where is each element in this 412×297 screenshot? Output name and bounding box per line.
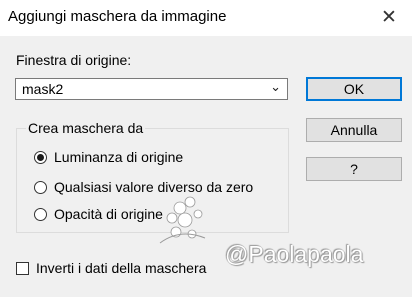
- close-icon[interactable]: ✕: [374, 3, 404, 31]
- radio-label-opacity: Opacità di origine: [54, 206, 163, 222]
- source-window-select[interactable]: mask2 ⌄: [15, 78, 288, 100]
- radio-button[interactable]: [34, 180, 47, 194]
- window-title: Aggiungi maschera da immagine: [8, 8, 227, 25]
- create-mask-group-title: Crea maschera da: [26, 120, 146, 136]
- radio-button-selected[interactable]: [34, 150, 47, 164]
- radio-source-luminance[interactable]: Luminanza di origine: [34, 149, 183, 165]
- invert-mask-checkbox[interactable]: [16, 261, 29, 275]
- title-bar: Aggiungi maschera da immagine ✕: [0, 0, 412, 36]
- ok-button[interactable]: OK: [306, 77, 402, 101]
- chevron-down-icon: ⌄: [270, 79, 281, 94]
- watermark-text: @Paolapaola: [225, 241, 364, 267]
- radio-source-opacity[interactable]: Opacità di origine: [34, 206, 163, 222]
- cancel-button[interactable]: Annulla: [306, 118, 402, 142]
- help-button[interactable]: ?: [306, 157, 402, 181]
- source-window-value: mask2: [22, 81, 64, 97]
- invert-mask-label: Inverti i dati della maschera: [36, 260, 207, 276]
- flower-icon: [159, 196, 206, 244]
- source-window-label: Finestra di origine:: [16, 52, 132, 68]
- radio-label-luminance: Luminanza di origine: [54, 149, 184, 165]
- invert-mask-checkbox-row[interactable]: Inverti i dati della maschera: [16, 260, 206, 276]
- radio-button[interactable]: [34, 207, 47, 221]
- add-mask-dialog: Aggiungi maschera da immagine ✕ Finestra…: [0, 0, 412, 297]
